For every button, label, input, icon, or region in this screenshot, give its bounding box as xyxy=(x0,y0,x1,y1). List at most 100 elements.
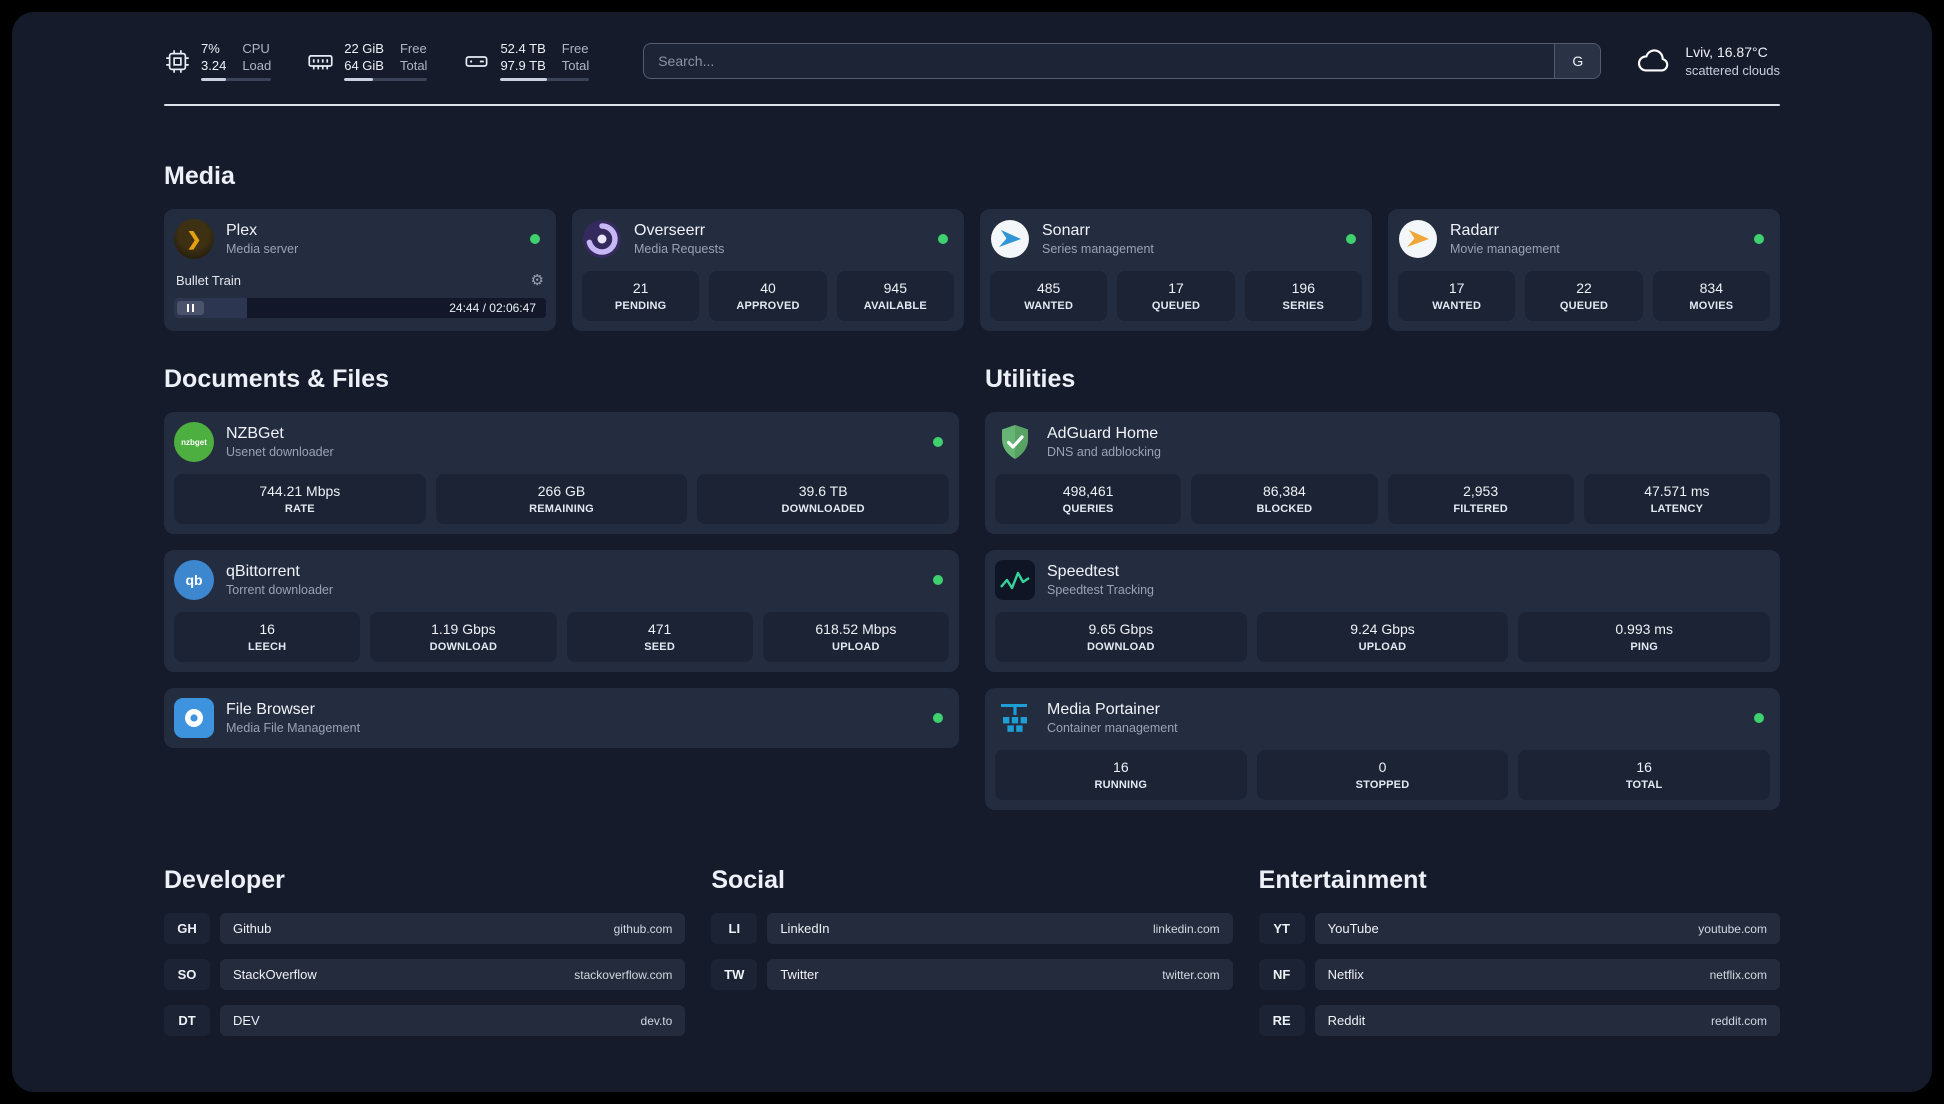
stat-value: 266 GB xyxy=(537,483,586,499)
stat-tile: 0.993 ms PING xyxy=(1518,612,1770,662)
weather-condition: scattered clouds xyxy=(1685,62,1780,78)
status-dot xyxy=(530,234,540,244)
search-input[interactable] xyxy=(644,44,1555,78)
stat-label: APPROVED xyxy=(736,300,800,312)
service-card-portainer: Media Portainer Container management 16 R… xyxy=(985,688,1780,810)
bookmark-link[interactable]: YouTube youtube.com xyxy=(1314,913,1780,944)
status-dot xyxy=(933,575,943,585)
service-name: Overseerr xyxy=(634,222,706,239)
ram-values: 22 GiB 64 GiB xyxy=(344,40,384,73)
status-dot xyxy=(1754,713,1764,723)
bookmark-link[interactable]: Github github.com xyxy=(220,913,686,944)
stat-tile: 17 WANTED xyxy=(1398,271,1516,321)
plex-icon: ❯ xyxy=(174,219,214,259)
speedtest-stats: 9.65 Gbps DOWNLOAD 9.24 Gbps UPLOAD 0.993 ms… xyxy=(995,612,1770,662)
stat-value: 834 xyxy=(1699,280,1723,296)
bookmark-row[interactable]: SO StackOverflow stackoverflow.com xyxy=(164,959,686,990)
bookmark-link[interactable]: LinkedIn linkedin.com xyxy=(767,913,1233,944)
bookmark-link[interactable]: Netflix netflix.com xyxy=(1314,959,1780,990)
stat-label: QUEUED xyxy=(1151,300,1201,312)
status-dot xyxy=(1346,234,1356,244)
bookmark-row[interactable]: DT DEV dev.to xyxy=(164,1005,686,1036)
ram-widget: 22 GiB 64 GiB Free Total xyxy=(307,40,428,82)
dashboard: 7% 3.24 CPU Load 22 GiB 64 GiB Free Tota… xyxy=(12,12,1932,1092)
service-link-portainer[interactable]: Media Portainer Container management xyxy=(995,698,1770,738)
bookmark-abbr: GH xyxy=(164,913,210,944)
playback-time: 24:44 / 02:06:47 xyxy=(449,301,536,315)
search-engine-button[interactable]: G xyxy=(1554,44,1601,78)
service-link-nzbget[interactable]: nzbget NZBGet Usenet downloader xyxy=(174,422,949,462)
adguard-icon xyxy=(995,422,1035,462)
bookmark-name: LinkedIn xyxy=(780,921,830,936)
filebrowser-icon xyxy=(174,698,214,738)
stat-label: WANTED xyxy=(1024,300,1074,312)
stat-tile: 266 GB REMAINING xyxy=(435,474,688,524)
service-link-speedtest[interactable]: Speedtest Speedtest Tracking xyxy=(995,560,1770,600)
bookmark-link[interactable]: Twitter twitter.com xyxy=(767,959,1233,990)
entertainment-bookmarks: YT YouTube youtube.com NF Netflix netflix.com… xyxy=(1258,913,1780,1036)
stat-tile: 86,384 BLOCKED xyxy=(1191,474,1378,524)
bookmark-row[interactable]: NF Netflix netflix.com xyxy=(1258,959,1780,990)
bookmark-link[interactable]: Reddit reddit.com xyxy=(1314,1005,1780,1036)
section-title-social: Social xyxy=(711,866,785,894)
bookmark-row[interactable]: GH Github github.com xyxy=(164,913,686,944)
stat-value: 1.19 Gbps xyxy=(431,621,496,637)
radarr-icon xyxy=(1398,219,1438,259)
sonarr-stats: 485 WANTED 17 QUEUED 196 SERIES xyxy=(990,271,1362,321)
ram-icon xyxy=(307,48,334,75)
service-link-qbittorrent[interactable]: qb qBittorrent Torrent downloader xyxy=(174,560,949,600)
stat-tile: 16 RUNNING xyxy=(995,750,1247,800)
stat-tile: 39.6 TB DOWNLOADED xyxy=(697,474,949,524)
stat-value: 9.24 Gbps xyxy=(1350,621,1415,637)
weather-location: Lviv, 16.87°C xyxy=(1685,43,1768,60)
service-link-filebrowser[interactable]: File Browser Media File Management xyxy=(174,698,949,738)
cpu-progress-bar xyxy=(201,78,272,82)
stat-value: 86,384 xyxy=(1262,483,1306,499)
service-subtitle: Speedtest Tracking xyxy=(1047,583,1155,597)
playback-progress-bar[interactable]: 24:44 / 02:06:47 xyxy=(174,298,546,318)
stat-tile: 196 SERIES xyxy=(1244,271,1362,321)
service-card-qbittorrent: qb qBittorrent Torrent downloader 16 LEEC… xyxy=(164,550,959,672)
social-bookmarks: LI LinkedIn linkedin.com TW Twitter twitter.c… xyxy=(711,913,1233,990)
stat-value: 21 xyxy=(632,280,649,296)
service-card-radarr: Radarr Movie management 17 WANTED 22 QUEUED… xyxy=(1388,209,1780,331)
entertainment-column: Entertainment YT YouTube youtube.com NF Netf… xyxy=(1258,866,1780,1036)
stat-value: 471 xyxy=(647,621,672,637)
stat-value: 9.65 Gbps xyxy=(1088,621,1154,637)
pause-button[interactable] xyxy=(177,301,204,315)
two-column-area: Documents & Files nzbget NZBGet Usenet d… xyxy=(164,365,1780,810)
speedtest-icon xyxy=(995,560,1035,600)
stat-tile: 0 STOPPED xyxy=(1256,750,1509,800)
stat-label: SERIES xyxy=(1282,300,1325,312)
bookmark-link[interactable]: DEV dev.to xyxy=(220,1005,686,1036)
gear-icon[interactable]: ⚙ xyxy=(531,271,544,289)
bookmark-row[interactable]: YT YouTube youtube.com xyxy=(1258,913,1780,944)
stat-value: 0 xyxy=(1378,759,1387,775)
stat-label: REMAINING xyxy=(529,503,594,515)
status-dot xyxy=(1754,234,1764,244)
service-link-adguard[interactable]: AdGuard Home DNS and adblocking xyxy=(995,422,1770,462)
service-name: NZBGet xyxy=(226,425,284,442)
bookmark-row[interactable]: RE Reddit reddit.com xyxy=(1258,1005,1780,1036)
service-name: Radarr xyxy=(1450,222,1499,239)
service-link-radarr[interactable]: Radarr Movie management xyxy=(1398,219,1770,259)
stat-tile: 618.52 Mbps UPLOAD xyxy=(762,612,949,662)
stat-label: PENDING xyxy=(614,300,667,312)
bookmark-link[interactable]: StackOverflow stackoverflow.com xyxy=(220,959,686,990)
bookmark-url: dev.to xyxy=(640,1013,673,1028)
service-link-plex[interactable]: ❯ Plex Media server xyxy=(174,219,546,259)
bookmark-abbr: NF xyxy=(1258,959,1305,990)
stat-tile: 485 WANTED xyxy=(990,271,1108,321)
service-card-plex: ❯ Plex Media server Bullet Train ⚙ 24:44… xyxy=(164,209,556,331)
service-link-overseerr[interactable]: Overseerr Media Requests xyxy=(582,219,954,259)
bookmark-abbr: YT xyxy=(1258,913,1305,944)
service-name: Plex xyxy=(226,222,258,239)
service-link-sonarr[interactable]: Sonarr Series management xyxy=(990,219,1362,259)
stat-value: 39.6 TB xyxy=(798,483,848,499)
stat-tile: 744.21 Mbps RATE xyxy=(174,474,426,524)
stat-label: RUNNING xyxy=(1094,779,1148,791)
bookmark-abbr: SO xyxy=(164,959,210,990)
stat-value: 2,953 xyxy=(1463,483,1499,499)
bookmark-row[interactable]: TW Twitter twitter.com xyxy=(711,959,1233,990)
bookmark-row[interactable]: LI LinkedIn linkedin.com xyxy=(711,913,1233,944)
